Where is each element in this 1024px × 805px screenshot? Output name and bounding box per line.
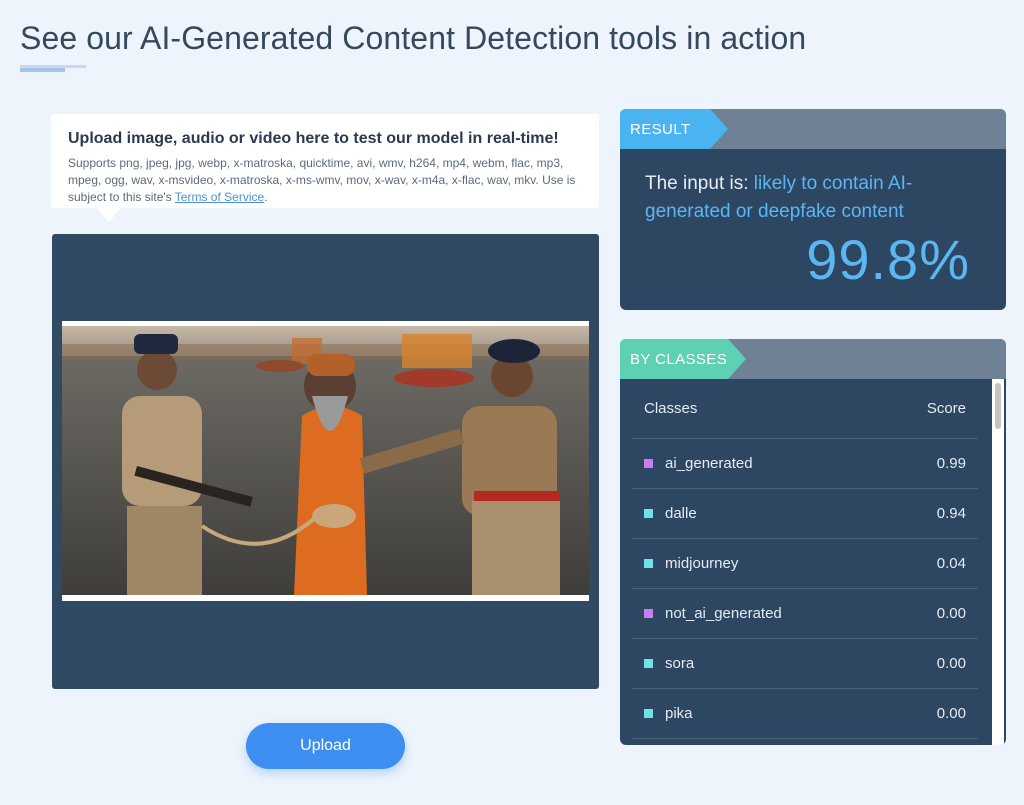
photo-illustration	[62, 326, 589, 595]
heading-underline	[20, 65, 86, 73]
upload-info-title: Upload image, audio or video here to tes…	[68, 130, 559, 147]
col-score: Score	[926, 400, 966, 417]
result-score: 99.8%	[806, 228, 970, 291]
classes-scrollbar[interactable]	[992, 379, 1004, 745]
class-color-swatch	[644, 509, 653, 518]
tos-period: .	[264, 190, 268, 204]
class-score: 0.99	[936, 455, 966, 472]
uploaded-image-preview	[62, 321, 589, 601]
table-row: pika 0.00	[632, 689, 978, 739]
table-row: not_ai_generated 0.00	[632, 589, 978, 639]
table-row: ai_generated 0.99	[632, 439, 978, 489]
class-name: dalle	[665, 505, 697, 522]
upload-info-card: Upload image, audio or video here to tes…	[51, 114, 599, 222]
table-row: midjourney 0.04	[632, 539, 978, 589]
classes-tag: BY CLASSES	[620, 339, 746, 379]
underline-bar-dark	[20, 68, 65, 72]
class-color-swatch	[644, 609, 653, 618]
supported-formats-text: Supports png, jpeg, jpg, webp, x-matrosk…	[68, 155, 583, 206]
class-score: 0.00	[936, 605, 966, 622]
class-score: 0.04	[936, 555, 966, 572]
terms-of-service-link[interactable]: Terms of Service	[175, 190, 264, 204]
class-name: sora	[665, 655, 695, 672]
class-score: 0.94	[936, 505, 966, 522]
result-panel: RESULT The input is: likely to contain A…	[620, 109, 1006, 310]
class-color-swatch	[644, 559, 653, 568]
class-name: pika	[665, 705, 693, 722]
classes-panel: BY CLASSES Classes Score ai_generated 0.…	[620, 339, 1006, 745]
class-color-swatch	[644, 659, 653, 668]
result-verdict: The input is: likely to contain AI-gener…	[645, 170, 975, 226]
classes-panel-header: BY CLASSES	[620, 339, 1006, 379]
class-score: 0.00	[936, 655, 966, 672]
upload-button[interactable]: Upload	[246, 723, 405, 769]
class-color-swatch	[644, 459, 653, 468]
class-color-swatch	[644, 709, 653, 718]
classes-table-header: Classes Score	[632, 379, 978, 439]
result-tag: RESULT	[620, 109, 728, 149]
classes-table: Classes Score ai_generated 0.99 dalle 0.…	[632, 379, 978, 739]
table-row: dalle 0.94	[632, 489, 978, 539]
supported-formats: Supports png, jpeg, jpg, webp, x-matrosk…	[68, 156, 576, 204]
table-row: sora 0.00	[632, 639, 978, 689]
class-name: midjourney	[665, 555, 739, 572]
class-name: ai_generated	[665, 455, 753, 472]
scrollbar-thumb[interactable]	[995, 383, 1001, 429]
col-classes: Classes	[644, 400, 698, 417]
result-panel-header: RESULT	[620, 109, 1006, 149]
verdict-prefix: The input is:	[645, 173, 754, 194]
page: See our AI-Generated Content Detection t…	[0, 0, 1024, 805]
page-heading: See our AI-Generated Content Detection t…	[20, 20, 807, 56]
class-score: 0.00	[936, 705, 966, 722]
class-name: not_ai_generated	[665, 605, 782, 622]
